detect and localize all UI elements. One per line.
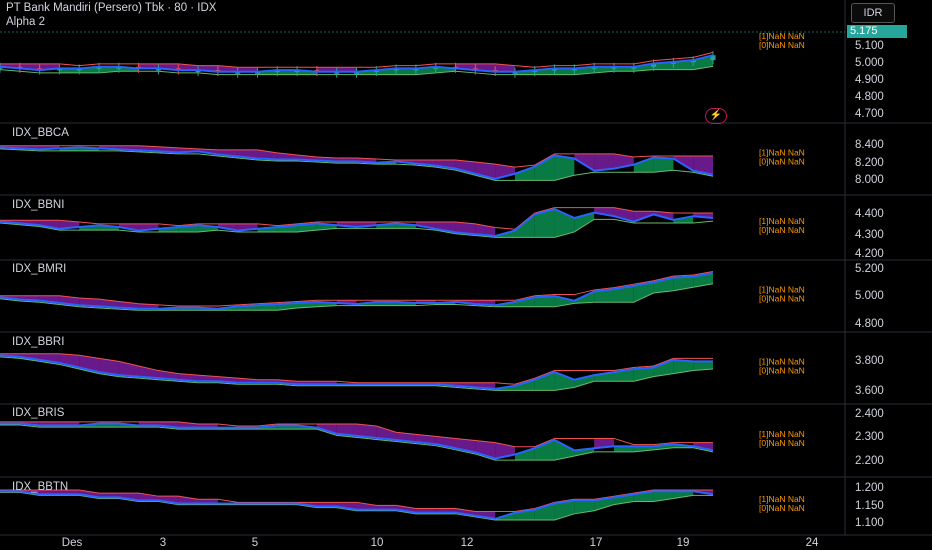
y-tick-label: 5.000 bbox=[855, 57, 884, 69]
x-tick-label: 17 bbox=[590, 537, 603, 549]
pane-idx-bbtn: 1.2001.1501.100IDX_BBTN[1]NaN NaN[0]NaN … bbox=[0, 481, 884, 529]
y-tick-label: 1.150 bbox=[855, 500, 884, 512]
x-tick-label: Des bbox=[62, 537, 83, 549]
y-tick-label: 4.200 bbox=[855, 248, 884, 260]
y-tick-label: 5.100 bbox=[855, 40, 884, 52]
pane-title: IDX_BBNI bbox=[12, 199, 64, 211]
pane-title: IDX_BBRI bbox=[12, 336, 64, 348]
x-tick-label: 12 bbox=[461, 537, 474, 549]
pane-title: IDX_BMRI bbox=[12, 263, 66, 275]
y-tick-label: 3.800 bbox=[855, 355, 884, 367]
pane-pt-bank-mandiri-persero-tbk-80-idx: 5.3005.1005.0004.9004.8004.700[1]NaN NaN… bbox=[0, 26, 884, 120]
chart-title: PT Bank Mandiri (Persero) Tbk · 80 · IDX bbox=[6, 2, 217, 14]
band-fill bbox=[633, 157, 654, 173]
y-tick-label: 2.200 bbox=[855, 455, 884, 467]
legend-line-0: [0]NaN NaN bbox=[759, 438, 805, 448]
y-tick-label: 4.700 bbox=[855, 108, 884, 120]
pane-title: IDX_BRIS bbox=[12, 407, 65, 419]
legend-line-0: [0]NaN NaN bbox=[759, 503, 805, 513]
pane-idx-bbni: 4.4004.3004.200IDX_BBNI[1]NaN NaN[0]NaN … bbox=[0, 199, 884, 260]
y-tick-label: 5.000 bbox=[855, 290, 884, 302]
legend-line-0: [0]NaN NaN bbox=[759, 294, 805, 304]
y-tick-label: 5.200 bbox=[855, 263, 884, 275]
y-tick-label: 8.000 bbox=[855, 174, 884, 186]
y-tick-label: 4.400 bbox=[855, 208, 884, 220]
alert-bolt-icon[interactable]: ⚡ bbox=[705, 108, 727, 124]
y-tick-label: 8.400 bbox=[855, 139, 884, 151]
y-tick-label: 2.300 bbox=[855, 431, 884, 443]
band-fill bbox=[554, 155, 575, 181]
y-tick-label: 4.800 bbox=[855, 318, 884, 330]
x-tick-label: 19 bbox=[677, 537, 690, 549]
pane-idx-bris: 2.4002.3002.200IDX_BRIS[1]NaN NaN[0]NaN … bbox=[0, 407, 884, 467]
indicator-name: Alpha 2 bbox=[6, 16, 46, 28]
currency-button[interactable]: IDR bbox=[851, 3, 895, 23]
upper-band-line bbox=[0, 51, 714, 68]
legend-line-0: [0]NaN NaN bbox=[759, 157, 805, 167]
pane-idx-bmri: 5.2005.0004.800IDX_BMRI[1]NaN NaN[0]NaN … bbox=[0, 263, 884, 330]
pane-title: IDX_BBCA bbox=[12, 127, 69, 139]
y-tick-label: 4.900 bbox=[855, 74, 884, 86]
y-tick-label: 8.200 bbox=[855, 157, 884, 169]
x-tick-label: 24 bbox=[806, 537, 819, 549]
x-tick-label: 3 bbox=[160, 537, 166, 549]
x-tick-label: 5 bbox=[252, 537, 258, 549]
y-tick-label: 3.600 bbox=[855, 385, 884, 397]
y-tick-label: 2.400 bbox=[855, 408, 884, 420]
y-tick-label: 4.800 bbox=[855, 91, 884, 103]
last-price-tag: 5.175 bbox=[847, 25, 907, 38]
legend-line-0: [0]NaN NaN bbox=[759, 366, 805, 376]
y-tick-label: 4.300 bbox=[855, 229, 884, 241]
chart-root: 5.3005.1005.0004.9004.8004.700[1]NaN NaN… bbox=[0, 0, 932, 550]
y-tick-label: 1.100 bbox=[855, 517, 884, 529]
chart-canvas: 5.3005.1005.0004.9004.8004.700[1]NaN NaN… bbox=[0, 0, 932, 549]
y-tick-label: 1.200 bbox=[855, 482, 884, 494]
x-tick-label: 10 bbox=[371, 537, 384, 549]
legend-line-0: [0]NaN NaN bbox=[759, 225, 805, 235]
legend-line-0: [0]NaN NaN bbox=[759, 40, 805, 50]
pane-idx-bbca: 8.4008.2008.000IDX_BBCA[1]NaN NaN[0]NaN … bbox=[0, 127, 884, 186]
pane-idx-bbri: 3.8003.600IDX_BBRI[1]NaN NaN[0]NaN NaN bbox=[0, 336, 884, 397]
pane-title: IDX_BBTN bbox=[12, 481, 68, 493]
